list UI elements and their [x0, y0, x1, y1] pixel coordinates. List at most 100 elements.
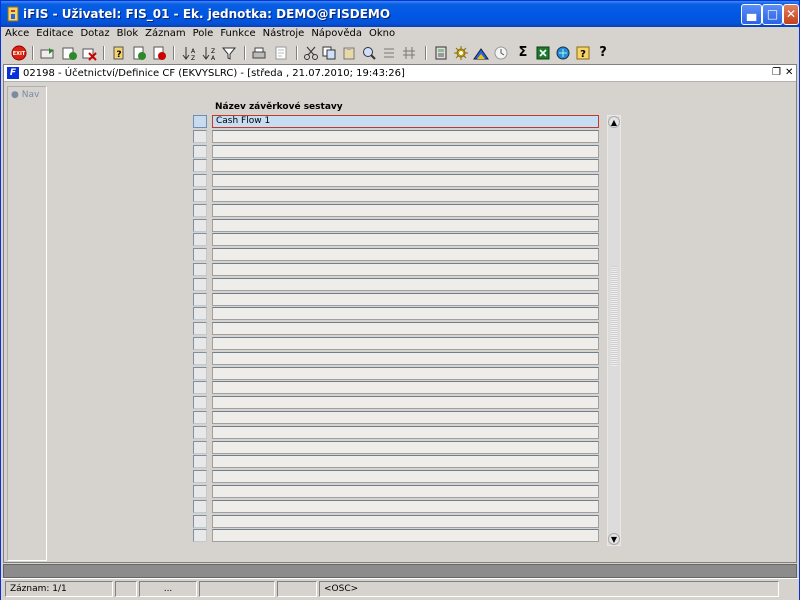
- restore-icon[interactable]: ❐: [772, 67, 781, 78]
- new-record-icon[interactable]: [61, 45, 77, 61]
- menu-nastroje[interactable]: Nástroje: [259, 27, 308, 39]
- zoom-icon[interactable]: [361, 45, 377, 61]
- minimize-button[interactable]: ▄: [741, 4, 762, 25]
- report-name-cell[interactable]: [212, 455, 599, 468]
- report-name-cell[interactable]: [212, 381, 599, 394]
- menu-editace[interactable]: Editace: [32, 27, 76, 39]
- report-name-cell[interactable]: [212, 159, 599, 172]
- report-name-cell[interactable]: [212, 485, 599, 498]
- row-indicator[interactable]: [193, 529, 207, 542]
- report-name-cell[interactable]: [212, 515, 599, 528]
- row-indicator[interactable]: [193, 470, 207, 483]
- context-help-icon[interactable]: ?: [595, 45, 611, 61]
- row-indicator[interactable]: [193, 130, 207, 143]
- report-name-cell[interactable]: [212, 307, 599, 320]
- row-indicator[interactable]: [193, 278, 207, 291]
- row-indicator[interactable]: [193, 307, 207, 320]
- filter-icon[interactable]: [221, 45, 237, 61]
- row-indicator[interactable]: [193, 219, 207, 232]
- navigation-pane[interactable]: ● Nav: [7, 86, 47, 561]
- sort-desc-icon[interactable]: ZA: [201, 45, 217, 62]
- row-indicator[interactable]: [193, 204, 207, 217]
- list-icon[interactable]: [381, 45, 397, 61]
- columns-icon[interactable]: [401, 45, 417, 61]
- report-name-cell[interactable]: [212, 322, 599, 335]
- report-name-cell[interactable]: [212, 130, 599, 143]
- report-name-cell[interactable]: [212, 219, 599, 232]
- row-indicator[interactable]: [193, 396, 207, 409]
- scroll-grip[interactable]: [611, 266, 617, 366]
- row-indicator[interactable]: [193, 352, 207, 365]
- report-name-cell[interactable]: [212, 189, 599, 202]
- row-indicator[interactable]: [193, 381, 207, 394]
- report-name-cell[interactable]: [212, 204, 599, 217]
- excel-icon[interactable]: [535, 45, 551, 61]
- settings-icon[interactable]: [453, 45, 469, 61]
- menu-funkce[interactable]: Funkce: [216, 27, 258, 39]
- close-button[interactable]: ✕: [783, 4, 799, 25]
- maximize-button[interactable]: □: [762, 4, 783, 25]
- report-name-cell[interactable]: [212, 470, 599, 483]
- menu-pole[interactable]: Pole: [189, 27, 217, 39]
- report-name-cell[interactable]: [212, 352, 599, 365]
- save-icon[interactable]: [39, 45, 55, 61]
- execute-query-icon[interactable]: [131, 45, 147, 61]
- sort-asc-icon[interactable]: AZ: [181, 45, 197, 62]
- row-indicator[interactable]: [193, 367, 207, 380]
- delete-record-icon[interactable]: [81, 45, 97, 61]
- scroll-down-icon[interactable]: ▼: [608, 533, 620, 545]
- row-indicator[interactable]: [193, 411, 207, 424]
- cut-icon[interactable]: [303, 45, 319, 61]
- menu-dotaz[interactable]: Dotaz: [76, 27, 112, 39]
- row-indicator[interactable]: [193, 337, 207, 350]
- enter-query-icon[interactable]: ?: [111, 45, 127, 61]
- report-name-cell[interactable]: [212, 174, 599, 187]
- title-bar[interactable]: iFIS - Uživatel: FIS_01 - Ek. jednotka: …: [1, 1, 799, 27]
- report-name-cell[interactable]: [212, 337, 599, 350]
- report-name-cell[interactable]: [212, 426, 599, 439]
- row-indicator[interactable]: [193, 322, 207, 335]
- row-indicator[interactable]: [193, 426, 207, 439]
- menu-blok[interactable]: Blok: [113, 27, 142, 39]
- calculator-icon[interactable]: [433, 45, 449, 61]
- report-name-cell[interactable]: [212, 529, 599, 542]
- row-indicator[interactable]: [193, 115, 207, 128]
- report-name-cell[interactable]: [212, 500, 599, 513]
- report-name-cell[interactable]: [212, 278, 599, 291]
- help-icon[interactable]: ?: [575, 45, 591, 61]
- row-indicator[interactable]: [193, 455, 207, 468]
- row-indicator[interactable]: [193, 159, 207, 172]
- document-title-bar[interactable]: F 02198 - Účetnictví/Definice CF (EKVYSL…: [4, 65, 796, 82]
- report-name-cell[interactable]: [212, 233, 599, 246]
- print-preview-icon[interactable]: [273, 45, 289, 61]
- row-indicator[interactable]: [193, 441, 207, 454]
- copy-icon[interactable]: [321, 45, 337, 61]
- sum-icon[interactable]: Σ: [515, 45, 531, 61]
- row-indicator[interactable]: [193, 233, 207, 246]
- report-name-cell[interactable]: [212, 145, 599, 158]
- row-indicator[interactable]: [193, 174, 207, 187]
- print-icon[interactable]: [251, 45, 267, 61]
- vertical-scrollbar[interactable]: ▲ ▼: [607, 115, 621, 546]
- row-indicator[interactable]: [193, 485, 207, 498]
- row-indicator[interactable]: [193, 248, 207, 261]
- exit-icon[interactable]: EXIT: [11, 45, 27, 61]
- report-name-cell[interactable]: [212, 263, 599, 276]
- row-indicator[interactable]: [193, 145, 207, 158]
- chart-icon[interactable]: [473, 45, 489, 61]
- row-indicator[interactable]: [193, 263, 207, 276]
- row-indicator[interactable]: [193, 293, 207, 306]
- report-name-cell[interactable]: [212, 411, 599, 424]
- menu-okno[interactable]: Okno: [365, 27, 398, 39]
- row-indicator[interactable]: [193, 515, 207, 528]
- cancel-query-icon[interactable]: [151, 45, 167, 61]
- report-name-cell[interactable]: [212, 367, 599, 380]
- report-name-cell[interactable]: Cash Flow 1: [212, 115, 599, 128]
- export-icon[interactable]: [555, 45, 571, 61]
- paste-icon[interactable]: [341, 45, 357, 61]
- report-name-cell[interactable]: [212, 293, 599, 306]
- row-indicator[interactable]: [193, 189, 207, 202]
- row-indicator[interactable]: [193, 500, 207, 513]
- scroll-up-icon[interactable]: ▲: [608, 116, 620, 128]
- menu-akce[interactable]: Akce: [1, 27, 32, 39]
